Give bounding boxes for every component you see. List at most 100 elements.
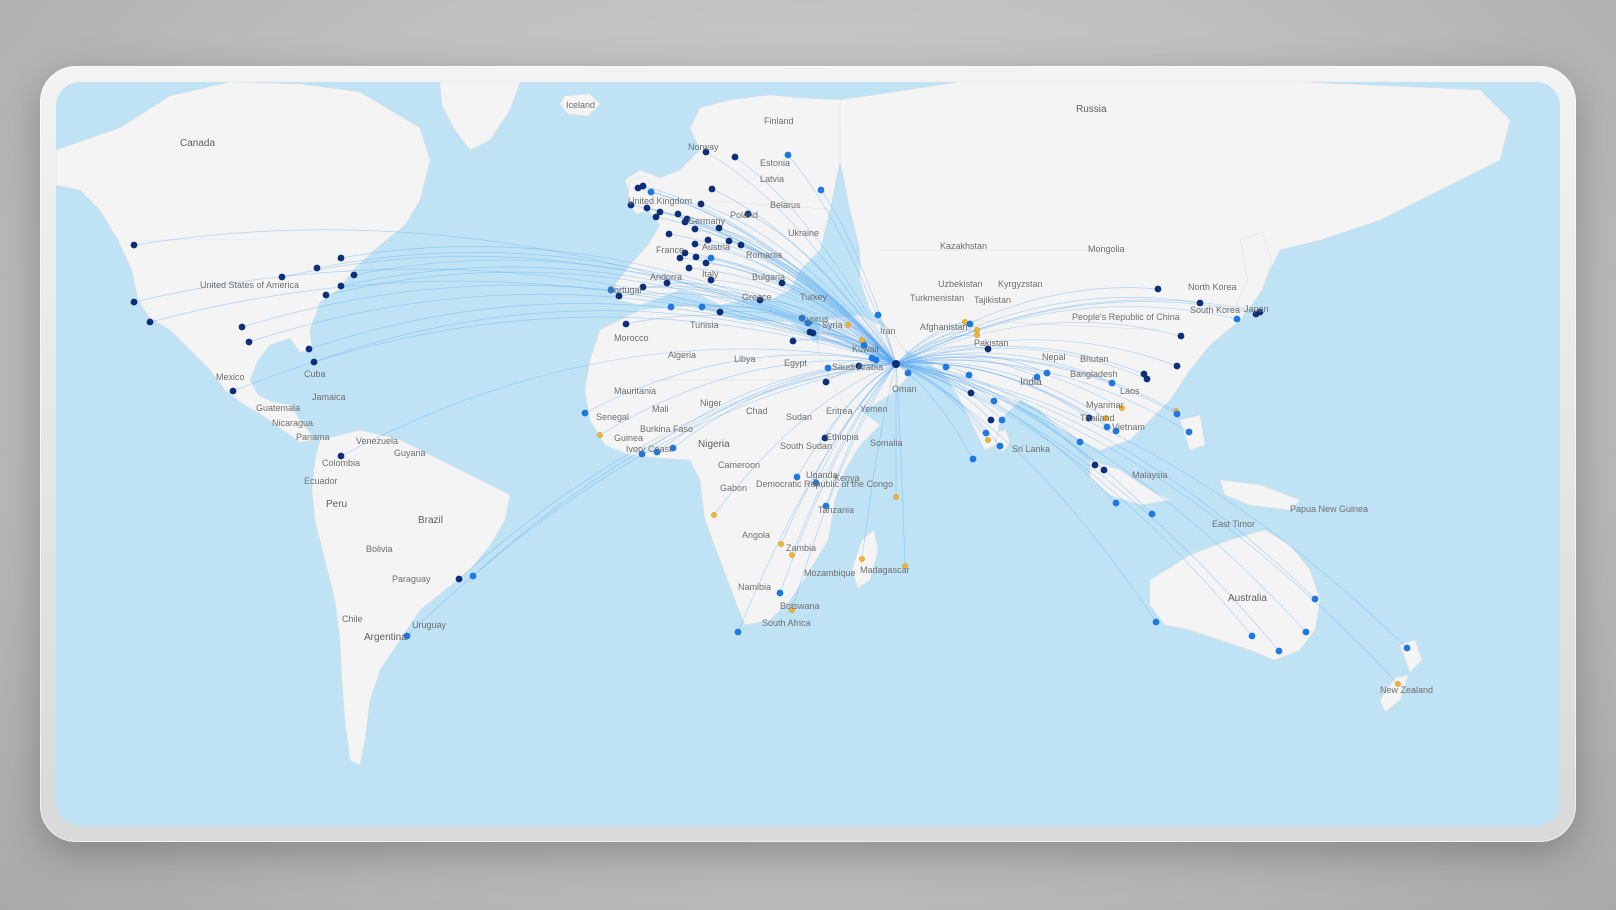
destination-dot-partner[interactable] — [974, 327, 980, 333]
destination-dot[interactable] — [667, 303, 675, 311]
destination-dot-major[interactable] — [1154, 285, 1162, 293]
destination-dot-partner[interactable] — [711, 512, 717, 518]
destination-dot[interactable] — [1148, 510, 1156, 518]
destination-dot[interactable] — [469, 572, 477, 580]
destination-dot[interactable] — [969, 455, 977, 463]
destination-dot-partner[interactable] — [985, 437, 991, 443]
destination-dot-major[interactable] — [350, 271, 358, 279]
destination-dot-major[interactable] — [691, 225, 699, 233]
destination-dot-major[interactable] — [676, 254, 684, 262]
destination-dot-major[interactable] — [691, 240, 699, 248]
destination-dot[interactable] — [1103, 423, 1111, 431]
destination-dot[interactable] — [1248, 632, 1256, 640]
destination-dot[interactable] — [581, 409, 589, 417]
destination-dot[interactable] — [942, 363, 950, 371]
destination-dot-major[interactable] — [692, 253, 700, 261]
destination-dot[interactable] — [776, 589, 784, 597]
destination-dot-major[interactable] — [622, 320, 630, 328]
label-mexico: Mexico — [216, 372, 245, 382]
destination-dot-major[interactable] — [245, 338, 253, 346]
destination-dot-major[interactable] — [716, 308, 724, 316]
destination-dot-partner[interactable] — [845, 322, 851, 328]
destination-dot-major[interactable] — [731, 153, 739, 161]
destination-dot[interactable] — [965, 371, 973, 379]
destination-dot[interactable] — [998, 416, 1006, 424]
destination-dot-partner[interactable] — [974, 332, 980, 338]
destination-dot[interactable] — [707, 254, 715, 262]
destination-dot-major[interactable] — [130, 241, 138, 249]
destination-dot[interactable] — [1302, 628, 1310, 636]
destination-dot[interactable] — [647, 188, 655, 196]
destination-dot-major[interactable] — [1091, 461, 1099, 469]
destination-dot-partner[interactable] — [859, 556, 865, 562]
destination-dot-partner[interactable] — [859, 337, 865, 343]
destination-dot[interactable] — [966, 320, 974, 328]
destination-dot-major[interactable] — [310, 358, 318, 366]
destination-dot-major[interactable] — [229, 387, 237, 395]
destination-dot-major[interactable] — [1177, 332, 1185, 340]
destination-dot-major[interactable] — [639, 182, 647, 190]
destination-dot-major[interactable] — [967, 389, 975, 397]
destination-dot-major[interactable] — [656, 208, 664, 216]
destination-dot-major[interactable] — [822, 378, 830, 386]
destination-dot[interactable] — [990, 397, 998, 405]
destination-dot[interactable] — [1108, 379, 1116, 387]
destination-dot-major[interactable] — [337, 282, 345, 290]
destination-dot-major[interactable] — [702, 259, 710, 267]
destination-dot-major[interactable] — [987, 416, 995, 424]
destination-dot-partner[interactable] — [789, 552, 795, 558]
label-australia: Australia — [1228, 593, 1267, 604]
label-libya: Libya — [734, 354, 756, 364]
label-panama: Panama — [296, 432, 330, 442]
destination-dot-major[interactable] — [1173, 362, 1181, 370]
destination-dot-partner[interactable] — [597, 432, 603, 438]
route-map[interactable]: Iceland Canada United States of America … — [56, 82, 1560, 826]
destination-dot[interactable] — [1173, 410, 1181, 418]
destination-dot[interactable] — [1311, 595, 1319, 603]
label-chad: Chad — [746, 406, 768, 416]
label-vietnam: Vietnam — [1112, 422, 1145, 432]
destination-dot-major[interactable] — [674, 210, 682, 218]
destination-dot-major[interactable] — [322, 291, 330, 299]
label-bulgaria: Bulgaria — [752, 272, 785, 282]
destination-dot[interactable] — [1185, 428, 1193, 436]
label-gabon: Gabon — [720, 483, 747, 493]
destination-dot[interactable] — [1043, 369, 1051, 377]
destination-dot[interactable] — [874, 311, 882, 319]
destination-dot[interactable] — [1112, 499, 1120, 507]
destination-dot-major[interactable] — [809, 329, 817, 337]
label-colombia: Colombia — [322, 458, 360, 468]
destination-dot[interactable] — [1403, 644, 1411, 652]
hub-marker[interactable] — [892, 360, 900, 368]
destination-dot-partner[interactable] — [778, 541, 784, 547]
destination-dot[interactable] — [1076, 438, 1084, 446]
destination-dot[interactable] — [1152, 618, 1160, 626]
destination-dot[interactable] — [904, 369, 912, 377]
destination-dot[interactable] — [982, 429, 990, 437]
destination-dot[interactable] — [734, 628, 742, 636]
destination-dot[interactable] — [817, 186, 825, 194]
label-zambia: Zambia — [786, 543, 816, 553]
destination-dot-major[interactable] — [708, 185, 716, 193]
label-paraguay: Paraguay — [392, 574, 431, 584]
destination-dot-major[interactable] — [697, 200, 705, 208]
destination-dot-major[interactable] — [146, 318, 154, 326]
destination-dot-partner[interactable] — [893, 494, 899, 500]
destination-dot[interactable] — [824, 364, 832, 372]
destination-dot-major[interactable] — [455, 575, 463, 583]
destination-dot[interactable] — [1233, 315, 1241, 323]
destination-dot-major[interactable] — [1100, 466, 1108, 474]
destination-dot-major[interactable] — [665, 230, 673, 238]
destination-dot-major[interactable] — [130, 298, 138, 306]
destination-dot[interactable] — [698, 303, 706, 311]
destination-dot[interactable] — [996, 442, 1004, 450]
destination-dot-major[interactable] — [685, 264, 693, 272]
destination-dot-major[interactable] — [238, 323, 246, 331]
destination-dot-major[interactable] — [1143, 375, 1151, 383]
destination-dot-major[interactable] — [337, 254, 345, 262]
destination-dot[interactable] — [1275, 647, 1283, 655]
destination-dot-major[interactable] — [789, 337, 797, 345]
destination-dot-major[interactable] — [737, 241, 745, 249]
destination-dot-major[interactable] — [305, 345, 313, 353]
destination-dot-major[interactable] — [313, 264, 321, 272]
